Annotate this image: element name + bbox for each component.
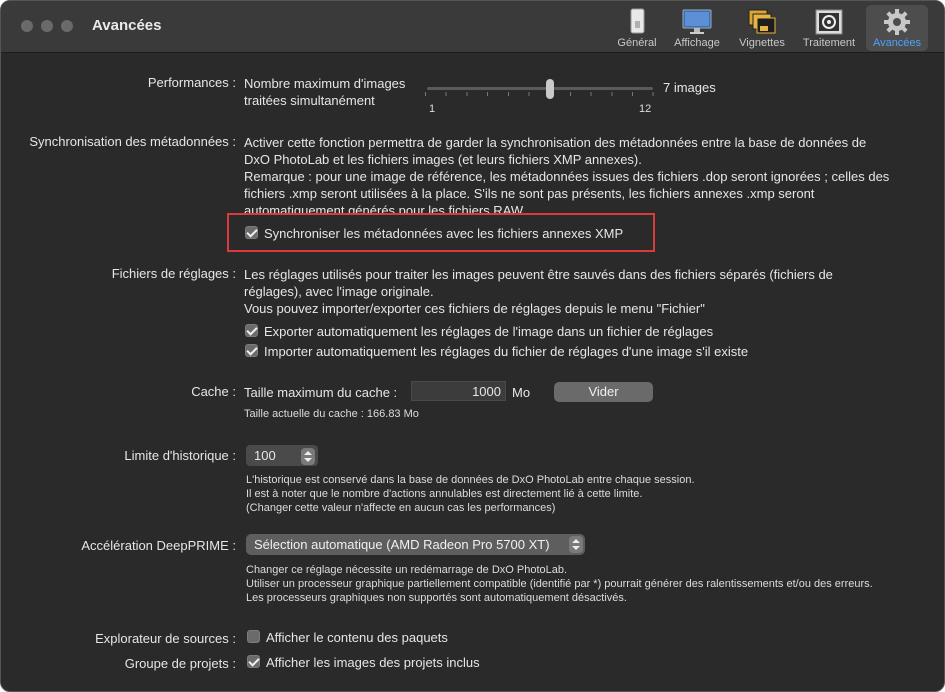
thumbnails-icon <box>748 9 776 34</box>
cache-size-value: 1000 <box>472 384 501 399</box>
slider-track <box>427 87 653 90</box>
deepprime-selected: Sélection automatique (AMD Radeon Pro 57… <box>254 537 550 552</box>
toolbar-general-label: Général <box>617 37 657 49</box>
deepprime-desc-line: Utiliser un processeur graphique partiel… <box>246 578 873 590</box>
sync-desc-line: Remarque : pour une image de référence, … <box>244 169 890 184</box>
performances-desc-line2: traitées simultanément <box>244 93 375 108</box>
history-label: Limite d'historique : <box>124 448 236 463</box>
toolbar-processing[interactable]: Traitement <box>797 5 861 51</box>
cache-size-input[interactable]: 1000 <box>411 381 506 401</box>
performances-desc-line1: Nombre maximum d'images <box>244 76 406 91</box>
history-stepper[interactable]: 100 <box>246 445 318 466</box>
minimize-window-button[interactable] <box>41 20 53 32</box>
close-window-button[interactable] <box>21 20 33 32</box>
monitor-icon <box>682 9 712 34</box>
history-desc-line: (Changer cette valeur n'affecte en aucun… <box>246 502 556 514</box>
chevron-updown-icon <box>569 536 583 553</box>
toolbar-processing-label: Traitement <box>802 37 856 49</box>
settings-desc-line: Les réglages utilisés pour traiter les i… <box>244 267 833 282</box>
cache-label: Cache : <box>191 384 236 399</box>
toolbar-thumbnails[interactable]: Vignettes <box>733 5 791 51</box>
sync-label: Synchronisation des métadonnées : <box>29 134 236 149</box>
cache-max-label: Taille maximum du cache : <box>244 385 398 400</box>
title-bar: Avancées Général Affichage Vignettes Tra… <box>1 1 944 53</box>
export-settings-label: Exporter automatiquement les réglages de… <box>264 324 714 339</box>
deepprime-label: Accélération DeepPRIME : <box>81 538 236 553</box>
slider-min-label: 1 <box>429 103 436 115</box>
toolbar-display[interactable]: Affichage <box>667 5 727 51</box>
projects-label: Groupe de projets : <box>124 656 236 671</box>
slider-ticks <box>425 92 655 96</box>
deepprime-desc-line: Changer ce réglage nécessite un redémarr… <box>246 564 568 576</box>
history-stepper-arrows[interactable] <box>301 448 315 465</box>
performances-value: 7 images <box>663 80 716 95</box>
clear-cache-button[interactable]: Vider <box>554 382 653 402</box>
settings-desc-line: réglages), avec l'image originale. <box>244 284 434 299</box>
show-packages-label: Afficher le contenu des paquets <box>266 630 448 645</box>
performances-slider[interactable] <box>425 79 655 99</box>
processing-icon <box>815 9 843 35</box>
history-desc-line: L'historique est conservé dans la base d… <box>246 474 695 486</box>
cache-unit: Mo <box>512 385 531 400</box>
sync-desc-line: fichiers .xmp seront utilisées à la plac… <box>244 186 815 201</box>
show-packages-checkbox[interactable] <box>247 630 260 643</box>
cache-current-size: Taille actuelle du cache : 166.83 Mo <box>244 408 419 420</box>
deepprime-select[interactable]: Sélection automatique (AMD Radeon Pro 57… <box>246 534 585 555</box>
settings-desc-line: Vous pouvez importer/exporter ces fichie… <box>244 301 705 316</box>
deepprime-desc-line: Les processeurs graphiques non supportés… <box>246 592 627 604</box>
preferences-window: Avancées Général Affichage Vignettes Tra… <box>0 0 945 692</box>
settings-files-label: Fichiers de réglages : <box>111 266 236 281</box>
zoom-window-button[interactable] <box>61 20 73 32</box>
sync-desc-line: DxO PhotoLab et les fichiers images (et … <box>244 152 642 167</box>
import-settings-checkbox[interactable] <box>245 344 258 357</box>
slider-knob[interactable] <box>546 79 555 99</box>
show-included-projects-checkbox[interactable] <box>247 655 260 668</box>
toolbar-display-label: Affichage <box>674 37 720 49</box>
gear-icon <box>884 9 910 35</box>
history-desc-line: Il est à noter que le nombre d'actions a… <box>246 488 643 500</box>
performances-label: Performances : <box>147 75 236 90</box>
phone-icon <box>630 8 645 34</box>
toolbar-advanced-label: Avancées <box>872 37 922 49</box>
toolbar-advanced[interactable]: Avancées <box>866 5 928 51</box>
sync-desc-line: Activer cette fonction permettra de gard… <box>244 135 867 150</box>
import-settings-label: Importer automatiquement les réglages du… <box>264 344 749 359</box>
toolbar-general[interactable]: Général <box>613 5 661 51</box>
history-value: 100 <box>254 448 276 463</box>
sync-xmp-checkbox-label: Synchroniser les métadonnées avec les fi… <box>264 226 624 241</box>
export-settings-checkbox[interactable] <box>245 324 258 337</box>
sources-label: Explorateur de sources : <box>95 631 236 646</box>
window-title: Avancées <box>92 17 162 34</box>
sync-xmp-checkbox[interactable] <box>245 226 258 239</box>
toolbar-thumbnails-label: Vignettes <box>739 37 785 49</box>
slider-max-label: 12 <box>639 103 652 115</box>
show-included-projects-label: Afficher les images des projets inclus <box>266 655 480 670</box>
